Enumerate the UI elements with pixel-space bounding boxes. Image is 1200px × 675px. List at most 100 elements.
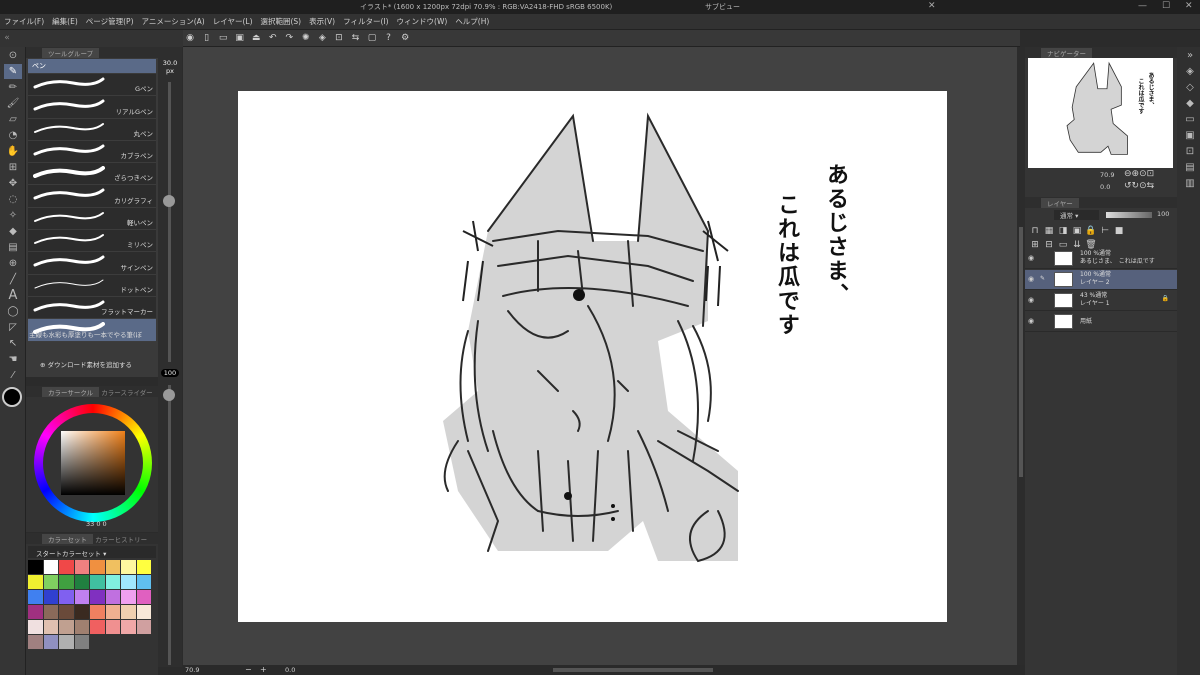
add-material-button[interactable]: ⊕ ダウンロード素材を追加する xyxy=(40,359,132,369)
mask-layer-icon[interactable]: ▣ xyxy=(1071,225,1083,237)
material-icon[interactable]: ◆ xyxy=(1181,96,1199,111)
layer-row-1[interactable]: ◉ 43 %通常 レイヤー 1 🔒 xyxy=(1025,291,1177,311)
color-swatch[interactable] xyxy=(121,620,136,634)
menu-selection[interactable]: 選択範囲(S) xyxy=(257,14,306,29)
main-color-swatch[interactable] xyxy=(2,387,22,407)
hand-tool-icon[interactable]: ☚ xyxy=(4,352,22,367)
brush-size-knob[interactable] xyxy=(163,195,175,207)
clear-icon[interactable]: ✺ xyxy=(300,32,312,44)
lock-transparency-icon[interactable]: ▦ xyxy=(1043,225,1055,237)
eraser-tool-icon[interactable]: ▱ xyxy=(4,112,22,127)
folder-icon[interactable]: ▭ xyxy=(1181,112,1199,127)
saturation-value-square[interactable] xyxy=(61,431,125,495)
color-swatch[interactable] xyxy=(90,620,105,634)
horizontal-scrollbar[interactable] xyxy=(553,668,713,672)
item-bank-icon[interactable]: ▥ xyxy=(1181,176,1199,191)
brush-item[interactable]: 丸ペン xyxy=(28,118,156,141)
color-swatch[interactable] xyxy=(105,605,120,619)
brush-item[interactable]: 主線も水彩も厚塗りも一本でやる筆(ぼ xyxy=(28,319,156,342)
text-tool-icon[interactable]: A xyxy=(4,288,22,303)
zoom-in-icon[interactable]: + xyxy=(260,665,267,674)
color-swatch[interactable] xyxy=(59,590,74,604)
clip-icon[interactable]: ⊓ xyxy=(1029,225,1041,237)
brush-item[interactable]: カブラペン xyxy=(28,140,156,164)
color-swatch[interactable] xyxy=(28,620,43,634)
lasso-tool-icon[interactable]: ◌ xyxy=(4,192,22,207)
navigator-tab[interactable]: ナビゲーター xyxy=(1041,48,1092,58)
layer-opacity-slider[interactable] xyxy=(1106,212,1152,218)
rotate-controls-icon[interactable]: ↺↻⊙⇆ xyxy=(1124,181,1154,191)
color-swatch[interactable] xyxy=(74,575,89,589)
ruler-layer-icon[interactable]: ⊢ xyxy=(1099,225,1111,237)
mask-icon[interactable]: ▢ xyxy=(366,32,378,44)
brush-item[interactable]: Gペン xyxy=(28,74,156,97)
brush-item[interactable]: ざらつきペン xyxy=(28,163,156,186)
color-swatch[interactable] xyxy=(59,560,74,574)
color-history-tab[interactable]: カラーヒストリー xyxy=(95,536,147,544)
app-icon[interactable]: ◉ xyxy=(184,32,196,44)
layer-tab[interactable]: レイヤー xyxy=(1041,198,1079,208)
collapse-left-icon[interactable]: « xyxy=(1,32,13,44)
zoom-tool-icon[interactable]: ⊙ xyxy=(4,48,22,63)
blend-tool-icon[interactable]: ✋ xyxy=(4,144,22,159)
color-swatch[interactable] xyxy=(28,590,43,604)
menu-help[interactable]: ヘルプ(H) xyxy=(451,14,493,29)
image-material-icon[interactable]: ▣ xyxy=(1181,128,1199,143)
navigator-angle[interactable]: 0.0 xyxy=(1100,183,1110,191)
minimize-icon[interactable]: — xyxy=(1138,1,1147,11)
visibility-eye-icon[interactable]: ◉ xyxy=(1028,275,1034,283)
brush-item[interactable]: フラットマーカー xyxy=(28,296,156,320)
pencil-tool-icon[interactable]: ✏ xyxy=(4,80,22,95)
frame-tool-icon[interactable]: ◸ xyxy=(4,320,22,335)
brush-item[interactable]: ドットペン xyxy=(28,274,156,297)
color-swatch[interactable] xyxy=(105,620,120,634)
menu-layer[interactable]: レイヤー(L) xyxy=(209,14,257,29)
color-swatch[interactable] xyxy=(90,590,105,604)
lock-icon[interactable]: 🔒 xyxy=(1162,295,1169,302)
color-swatch[interactable] xyxy=(74,590,89,604)
fill-tool-icon[interactable]: ◆ xyxy=(4,224,22,239)
color-swatch[interactable] xyxy=(28,605,43,619)
color-swatch[interactable] xyxy=(74,635,89,649)
history-icon[interactable]: ⊡ xyxy=(1181,144,1199,159)
gradient-tool-icon[interactable]: ▤ xyxy=(4,240,22,255)
open-icon[interactable]: ▭ xyxy=(217,32,229,44)
brush-item[interactable]: カリグラフィ xyxy=(28,185,156,208)
auto-action-icon[interactable]: ▤ xyxy=(1181,160,1199,175)
ruler-tool-icon[interactable]: ↖ xyxy=(4,336,22,351)
opacity-slider[interactable] xyxy=(168,385,171,665)
export-icon[interactable]: ⏏ xyxy=(250,32,262,44)
color-set-tab[interactable]: カラーセット xyxy=(42,534,93,544)
layer-search-icon[interactable]: ◇ xyxy=(1181,80,1199,95)
line-tool-icon[interactable]: ╱ xyxy=(4,272,22,287)
save-icon[interactable]: ▣ xyxy=(234,32,246,44)
status-zoom[interactable]: 70.9 xyxy=(185,666,199,674)
brush-item[interactable]: 軽いペン xyxy=(28,207,156,231)
grid-tool-icon[interactable]: ⊞ xyxy=(4,160,22,175)
status-angle[interactable]: 0.0 xyxy=(285,666,295,674)
visibility-eye-icon[interactable]: ◉ xyxy=(1028,254,1034,262)
color-swatch[interactable] xyxy=(59,575,74,589)
brush-item[interactable]: リアルGペン xyxy=(28,96,156,119)
color-set-select[interactable]: スタートカラーセット ▾ xyxy=(28,546,156,558)
help-icon[interactable]: ? xyxy=(383,32,395,44)
canvas-area[interactable]: あるじさま、 これは瓜です xyxy=(183,47,1020,665)
subtool-group-pen[interactable]: ペン xyxy=(28,59,156,73)
layer-row-2[interactable]: ◉ ✎ 100 %通常 レイヤー 2 xyxy=(1025,270,1177,290)
color-swatch[interactable] xyxy=(136,575,151,589)
brush-size-slider[interactable] xyxy=(168,82,171,362)
color-swatch[interactable] xyxy=(136,605,151,619)
navigator-zoom[interactable]: 70.9 xyxy=(1100,171,1114,179)
color-swatch[interactable] xyxy=(121,605,136,619)
menu-window[interactable]: ウィンドウ(W) xyxy=(393,14,452,29)
brush-tool-icon[interactable]: 🖌 xyxy=(4,96,22,111)
brush-item[interactable]: ミリペン xyxy=(28,230,156,253)
figure-tool-icon[interactable]: ⊕ xyxy=(4,256,22,271)
redo-icon[interactable]: ↷ xyxy=(283,32,295,44)
layer-opacity-value[interactable]: 100 xyxy=(1157,210,1169,218)
color-layer-icon[interactable]: ■ xyxy=(1113,225,1125,237)
layer-row-text[interactable]: ◉ 100 %通常 あるじさま、 これは瓜です xyxy=(1025,249,1177,269)
pen-tool-icon[interactable]: ✎ xyxy=(4,64,22,79)
settings-icon[interactable]: ⚙ xyxy=(399,32,411,44)
color-swatch[interactable] xyxy=(28,560,43,574)
